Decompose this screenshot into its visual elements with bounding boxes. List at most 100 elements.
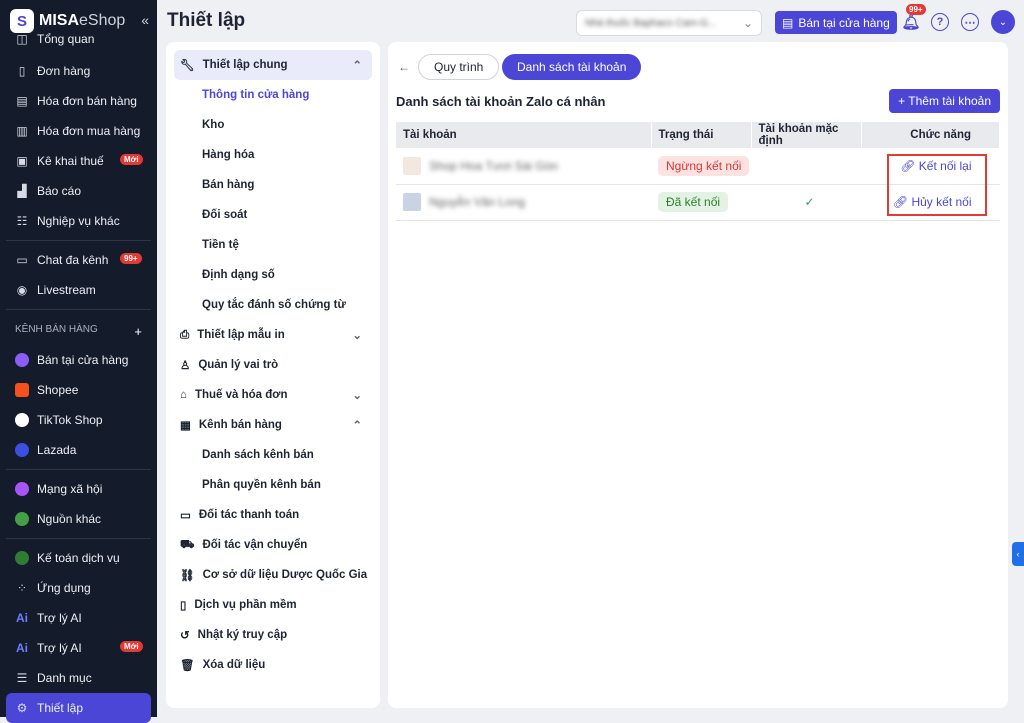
menu-hang-hoa[interactable]: Hàng hóa [166,140,380,170]
nav-bao-cao[interactable]: ▟ Báo cáo [0,176,157,206]
catalog-icon: ☰ [16,671,28,685]
nav-lazada[interactable]: Lazada [0,435,157,465]
bank-icon: ⌂ [180,389,187,401]
card-icon: ▭ [180,510,191,522]
printer-icon: ⎙ [180,328,190,341]
section-label: KÊNH BÁN HÀNG [15,324,98,335]
nav-ung-dung[interactable]: ⁘ Ứng dụng [0,573,157,603]
account-menu-button[interactable]: ⌄ [991,10,1015,34]
bell-icon[interactable]: 🔔︎ [901,13,920,31]
dashboard-icon: ◫ [16,32,28,46]
menu-xoa-du-lieu[interactable]: 🗑︎ Xóa dữ liệu [166,650,380,680]
tab-quy-trinh[interactable]: Quy trình [418,54,500,80]
divider [6,309,151,310]
document-icon: ▯ [180,600,187,612]
nav-nguon-khac[interactable]: Nguồn khác [0,504,157,534]
store-selector[interactable]: Nhà thuốc Baphaco Cam-G... ⌄ [576,10,762,36]
button-label: Bán tại cửa hàng [798,15,890,30]
add-account-button[interactable]: + Thêm tài khoản [889,89,1000,113]
shop-icon: ▦ [180,420,191,432]
nav-tong-quan[interactable]: ◫ Tổng quan [0,32,157,46]
other-source-icon [15,512,29,526]
nav-ke-toan[interactable]: Kế toán dịch vụ [0,543,157,573]
nav-tiktok[interactable]: TikTok Shop [0,405,157,435]
store-name: Nhà thuốc Baphaco Cam-G... [585,17,717,29]
menu-thong-tin-cua-hang[interactable]: Thông tin cửa hàng [166,80,380,110]
ai-icon: Ai [16,611,28,625]
menu-thiet-lap-mau-in[interactable]: ⎙ Thiết lập mẫu in ⌄ [166,320,380,350]
chevron-down-icon: ⌄ [352,390,362,402]
nav-danh-muc[interactable]: ☰ Danh mục [0,663,157,693]
collapse-sidebar-icon[interactable]: « [141,12,149,28]
livestream-icon: ◉ [16,283,28,297]
menu-doi-soat[interactable]: Đối soát [166,200,380,230]
nav-tro-ly-ai-2[interactable]: Ai Trợ lý AI Mới [0,633,157,663]
nav-label: Đơn hàng [37,64,91,78]
menu-ban-hang[interactable]: Bán hàng [166,170,380,200]
nav-thiet-lap[interactable]: ⚙ Thiết lập [6,693,151,723]
nav-mang-xa-hoi[interactable]: Mạng xã hội [0,474,157,504]
divider [6,240,151,241]
nav-hoa-don-ban-hang[interactable]: ▤ Hóa đơn bán hàng [0,86,157,116]
status-badge: Ngừng kết nối [658,155,750,176]
menu-csdl-duoc[interactable]: ⛓ Cơ sở dữ liệu Dược Quốc Gia [166,560,380,590]
menu-label: Xóa dữ liệu [202,659,266,671]
cash-register-icon: ▤ [782,15,794,30]
accounting-icon [15,551,29,565]
menu-label: Thiết lập mẫu in [197,329,285,341]
settings-menu: 🔧︎ Thiết lập chung ⌃ Thông tin cửa hàng Kh… [166,42,380,708]
add-channel-icon[interactable]: + [134,324,142,339]
menu-thiet-lap-chung[interactable]: 🔧︎ Thiết lập chung ⌃ [174,50,372,80]
menu-tien-te[interactable]: Tiền tệ [166,230,380,260]
menu-doi-tac-thanh-toan[interactable]: ▭ Đối tác thanh toán [166,500,380,530]
tab-danh-sach-tai-khoan[interactable]: Danh sách tài khoản [502,54,642,80]
nav-label: Báo cáo [37,184,82,198]
social-icon [15,482,29,496]
nav-label: Livestream [37,283,96,297]
menu-danh-sach-kenh-ban[interactable]: Danh sách kênh bán [166,440,380,470]
sell-in-store-button[interactable]: ▤ Bán tại cửa hàng [775,11,897,34]
nav-label: Shopee [37,383,79,397]
nav-nghiep-vu-khac[interactable]: ☷ Nghiệp vụ khác [0,206,157,236]
chevron-down-icon: ⌄ [742,16,753,30]
menu-phan-quyen-kenh-ban[interactable]: Phân quyền kênh bán [166,470,380,500]
nav-label: Nguồn khác [37,512,102,526]
lazada-icon [15,443,29,457]
menu-quy-tac-danh-so[interactable]: Quy tắc đánh số chứng từ [166,290,380,320]
status-badge: Đã kết nối [658,192,729,212]
nav-shopee[interactable]: Shopee [0,375,157,405]
account-name: Nguyễn Văn Long [429,195,526,209]
menu-thue-hoa-don[interactable]: ⌂ Thuế và hóa đơn ⌄ [166,380,380,410]
nav-ke-khai-thue[interactable]: ▣ Kê khai thuế Mới [0,146,157,176]
new-badge: Mới [120,641,143,652]
nav-label: Mạng xã hội [37,482,103,496]
nav-label: Tổng quan [37,32,95,46]
nav-livestream[interactable]: ◉ Livestream [0,275,157,305]
menu-nhat-ky-truy-cap[interactable]: ↺ Nhật ký truy cập [166,620,380,650]
header: Thiết lập Nhà thuốc Baphaco Cam-G... ⌄ ▤ B… [157,0,1024,42]
sidebar: S MISAeShop « ◫ Tổng quan ▯ Đơn hàng ▤ Hóa … [0,0,157,723]
menu-kho[interactable]: Kho [166,110,380,140]
expand-panel-tab[interactable]: ‹ [1012,542,1024,566]
nav-label: Trợ lý AI [37,641,82,655]
history-icon: ↺ [180,630,190,642]
account-avatar [403,156,421,175]
divider [6,469,151,470]
nav-label: Nghiệp vụ khác [37,214,120,228]
menu-dinh-dang-so[interactable]: Định dạng số [166,260,380,290]
help-icon[interactable]: ? [931,13,949,31]
nav-ban-tai-cua-hang[interactable]: Bán tại cửa hàng [0,345,157,375]
back-arrow-icon[interactable]: ← [398,60,410,74]
menu-quan-ly-vai-tro[interactable]: ♙ Quản lý vai trò [166,350,380,380]
menu-doi-tac-van-chuyen[interactable]: ⛟ Đối tác vận chuyển [166,530,380,560]
nav-chat-da-kenh[interactable]: ▭ Chat đa kênh 99+ [0,245,157,275]
menu-dich-vu-phan-mem[interactable]: ▯ Dịch vụ phần mềm [166,590,380,620]
nav-hoa-don-mua-hang[interactable]: ▥ Hóa đơn mua hàng [0,116,157,146]
truck-icon: ⛟ [180,538,195,551]
nav-don-hang[interactable]: ▯ Đơn hàng [0,56,157,86]
nav-tro-ly-ai[interactable]: Ai Trợ lý AI [0,603,157,633]
page-title: Thiết lập [167,10,246,31]
invoice-icon: ▤ [16,94,28,108]
menu-kenh-ban-hang[interactable]: ▦ Kênh bán hàng ⌃ [166,410,380,440]
more-icon[interactable]: ⋯ [961,13,979,31]
